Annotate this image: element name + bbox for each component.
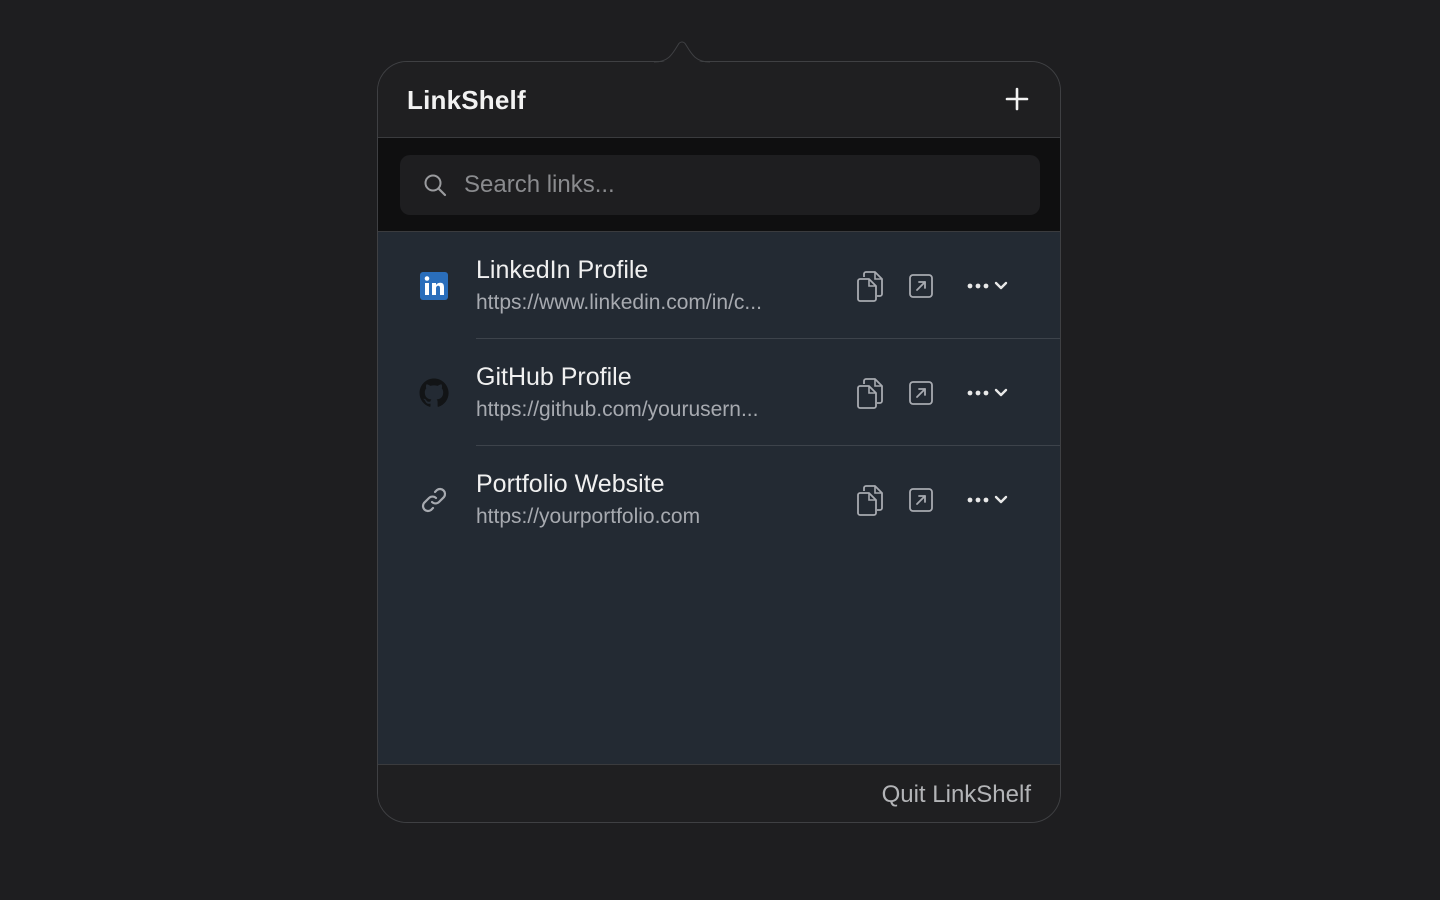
github-icon: [419, 378, 449, 407]
linkshelf-popover: LinkShelf LinkedIn Profile: [377, 61, 1061, 823]
plus-icon: [1005, 87, 1029, 111]
footer: Quit LinkShelf: [378, 764, 1060, 822]
more-options-icon[interactable]: [964, 272, 1016, 300]
link-icon: [421, 487, 447, 513]
link-title: LinkedIn Profile: [476, 256, 649, 284]
more-options-icon[interactable]: [964, 486, 1016, 514]
link-row-portfolio[interactable]: Portfolio Website https://yourportfolio.…: [378, 446, 1060, 553]
more-options-icon[interactable]: [964, 379, 1016, 407]
copy-icon[interactable]: [854, 269, 886, 303]
link-row-github[interactable]: GitHub Profile https://github.com/yourus…: [378, 339, 1060, 446]
open-external-icon[interactable]: [908, 487, 934, 513]
link-title: Portfolio Website: [476, 470, 665, 498]
search-section: [378, 138, 1060, 232]
linkedin-icon: [420, 272, 448, 300]
search-box[interactable]: [400, 155, 1040, 215]
copy-icon[interactable]: [854, 483, 886, 517]
link-url: https://yourportfolio.com: [476, 505, 701, 528]
header: LinkShelf: [378, 62, 1060, 138]
app-title: LinkShelf: [407, 85, 526, 115]
link-title: GitHub Profile: [476, 363, 632, 391]
add-link-button[interactable]: [1000, 82, 1034, 116]
link-url: https://github.com/yourusern...: [476, 398, 759, 421]
search-icon: [424, 174, 447, 197]
open-external-icon[interactable]: [908, 380, 934, 406]
search-input[interactable]: [464, 155, 1024, 215]
link-url: https://www.linkedin.com/in/c...: [476, 291, 762, 314]
copy-icon[interactable]: [854, 376, 886, 410]
open-external-icon[interactable]: [908, 273, 934, 299]
links-list: LinkedIn Profile https://www.linkedin.co…: [378, 232, 1060, 764]
quit-button[interactable]: Quit LinkShelf: [882, 781, 1031, 809]
popover-arrow: [654, 41, 710, 63]
link-row-linkedin[interactable]: LinkedIn Profile https://www.linkedin.co…: [378, 232, 1060, 339]
